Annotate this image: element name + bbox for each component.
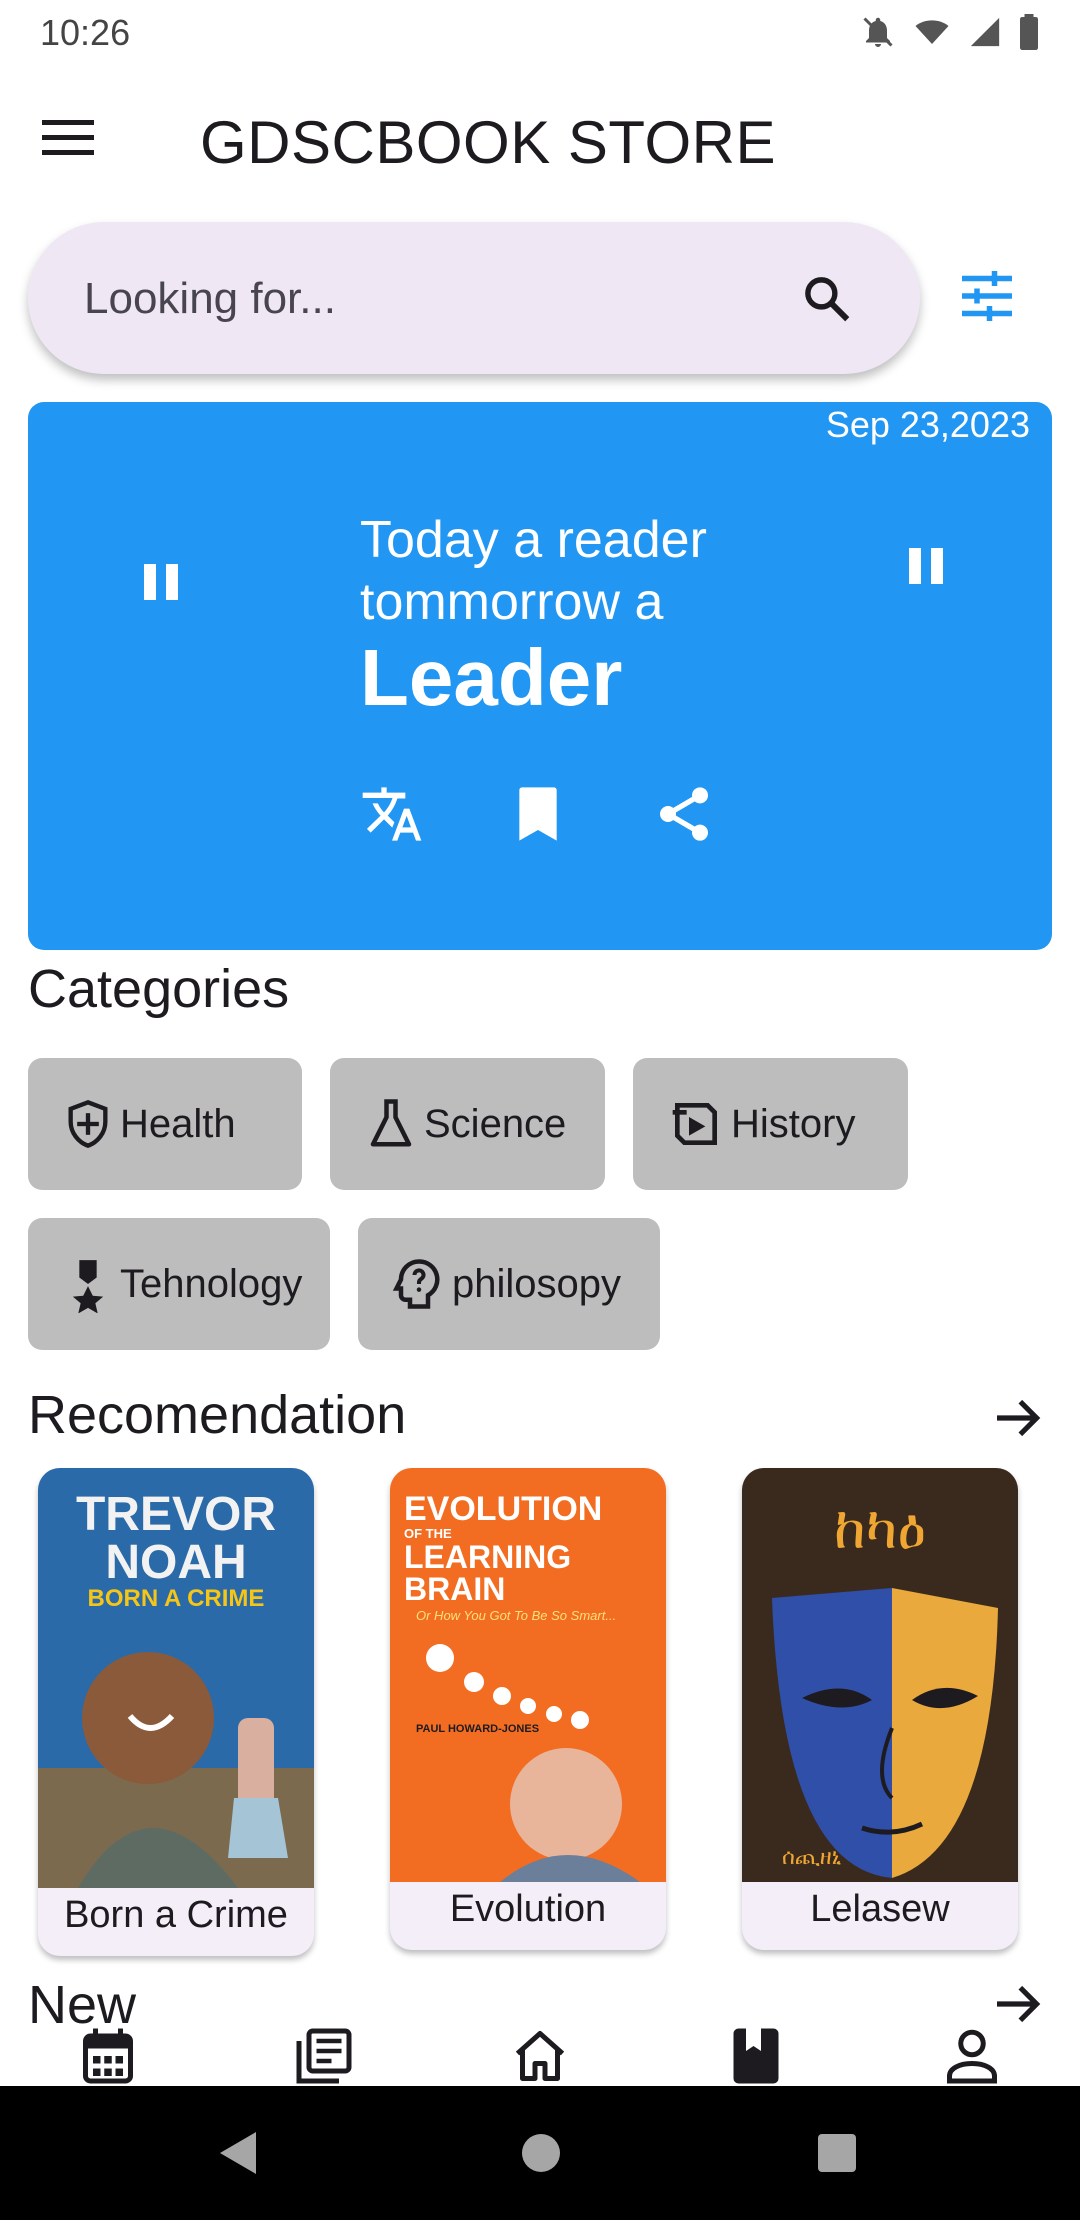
category-chip-technology[interactable]: Tehnology	[28, 1218, 330, 1350]
history-scroll-icon	[672, 1103, 717, 1145]
signal-icon	[970, 17, 1000, 47]
book-cover-lelasew: ከካዕ ሰጪዘኒ	[742, 1468, 1018, 1882]
nav-news[interactable]	[294, 2026, 354, 2086]
quote-emphasis: Leader	[360, 633, 623, 722]
medal-star-icon	[72, 1260, 104, 1313]
home-circle-icon	[522, 2134, 560, 2172]
shield-plus-icon	[68, 1100, 108, 1148]
share-button[interactable]	[652, 782, 716, 846]
cover-author-line1: TREVOR	[76, 1488, 276, 1541]
status-bar: 10:26	[0, 0, 1080, 66]
cover-title: BORN A CRIME	[88, 1585, 265, 1612]
cover-line1: EVOLUTION	[404, 1490, 602, 1528]
search-bar[interactable]	[28, 222, 920, 374]
cover-subtitle: Or How You Got To Be So Smart...	[416, 1608, 616, 1623]
bookmark-button[interactable]	[506, 782, 570, 846]
book-title: Born a Crime	[64, 1894, 288, 1936]
flask-icon	[370, 1099, 412, 1147]
news-icon	[296, 2028, 352, 2084]
system-navigation-bar	[0, 2086, 1080, 2220]
nav-profile[interactable]	[942, 2026, 1002, 2086]
status-icons	[860, 14, 1040, 50]
profile-icon	[947, 2029, 997, 2084]
search-input[interactable]	[84, 264, 784, 334]
share-icon	[660, 787, 708, 841]
category-chip-health[interactable]: Health	[28, 1058, 302, 1190]
category-chip-philosophy[interactable]: philosopy	[358, 1218, 660, 1350]
category-label: philosopy	[452, 1261, 622, 1306]
translate-button[interactable]	[360, 782, 424, 846]
notifications-off-icon	[863, 17, 893, 47]
translate-icon	[362, 787, 422, 841]
search-button[interactable]	[800, 272, 854, 326]
system-home-button[interactable]	[520, 2132, 562, 2179]
category-label: History	[731, 1101, 856, 1146]
recommendation-title: Recomendation	[28, 1385, 407, 1445]
book-cover-evolution: EVOLUTION OF THE LEARNING BRAIN Or How Y…	[390, 1468, 666, 1882]
book-icon	[733, 2028, 779, 2084]
battery-icon	[1020, 14, 1038, 50]
pause-button-left[interactable]	[138, 552, 194, 612]
quote-actions	[360, 782, 716, 846]
hamburger-menu-icon	[42, 120, 94, 155]
book-card-evolution[interactable]: EVOLUTION OF THE LEARNING BRAIN Or How Y…	[390, 1468, 666, 1950]
wifi-icon	[915, 20, 949, 44]
system-back-button[interactable]	[214, 2128, 260, 2183]
category-chip-history[interactable]: History	[633, 1058, 908, 1190]
quote-card: Sep 23,2023 Today a reader tommorrow a L…	[28, 402, 1052, 950]
cover-author: ሰጪዘኒ	[782, 1845, 842, 1870]
book-title: Lelasew	[810, 1888, 950, 1930]
book-cover: ከካዕ ሰጪዘኒ	[742, 1468, 1018, 1882]
recents-square-icon	[818, 2134, 856, 2172]
search-icon	[805, 277, 850, 322]
quote-date: Sep 23,2023	[825, 404, 1030, 445]
cover-author-line2: NOAH	[105, 1536, 246, 1589]
category-chip-science[interactable]: Science	[330, 1058, 605, 1190]
cover-author: PAUL HOWARD-JONES	[416, 1723, 539, 1735]
cover-line4: BRAIN	[404, 1571, 505, 1607]
back-triangle-icon	[220, 2132, 256, 2174]
app-title: GDSCBOOK STORE	[200, 109, 777, 176]
cover-title: ከካዕ	[834, 1494, 926, 1562]
filter-button[interactable]	[956, 266, 1018, 326]
book-cover: TREVOR NOAH BORN A CRIME	[38, 1468, 314, 1888]
book-card-lelasew[interactable]: ከካዕ ሰጪዘኒ Lelasew	[742, 1468, 1018, 1950]
quote-line-2: tommorrow a	[360, 573, 664, 631]
quote-line-1: Today a reader	[360, 511, 707, 569]
nav-home[interactable]	[510, 2026, 570, 2086]
home-icon	[515, 2031, 565, 2081]
pause-icon	[144, 564, 178, 600]
book-title: Evolution	[449, 1888, 607, 1930]
bottom-navigation	[0, 2020, 1080, 2086]
book-cover: EVOLUTION OF THE LEARNING BRAIN Or How Y…	[390, 1468, 666, 1882]
nav-library[interactable]	[726, 2026, 786, 2086]
menu-button[interactable]	[42, 118, 112, 168]
categories-title: Categories	[28, 959, 290, 1019]
category-label: Tehnology	[120, 1261, 303, 1306]
book-cover-born-a-crime: TREVOR NOAH BORN A CRIME	[38, 1468, 314, 1888]
category-label: Science	[424, 1101, 567, 1146]
recommendation-see-all-button[interactable]	[990, 1390, 1046, 1446]
app-bar: GDSCBOOK STORE	[0, 72, 1080, 212]
book-card-born-a-crime[interactable]: TREVOR NOAH BORN A CRIME Born a Crime	[38, 1468, 314, 1956]
calendar-icon	[83, 2028, 133, 2084]
system-recents-button[interactable]	[816, 2132, 858, 2179]
bookmark-icon	[519, 787, 557, 841]
cover-line3: LEARNING	[404, 1539, 571, 1575]
pause-icon	[909, 548, 943, 584]
pause-button-right[interactable]	[903, 536, 959, 596]
tune-filter-icon	[962, 271, 1012, 321]
head-question-icon	[392, 1259, 440, 1309]
status-time: 10:26	[40, 12, 131, 53]
arrow-right-icon	[997, 1399, 1041, 1437]
nav-calendar[interactable]	[78, 2026, 138, 2086]
category-label: Health	[120, 1101, 236, 1146]
